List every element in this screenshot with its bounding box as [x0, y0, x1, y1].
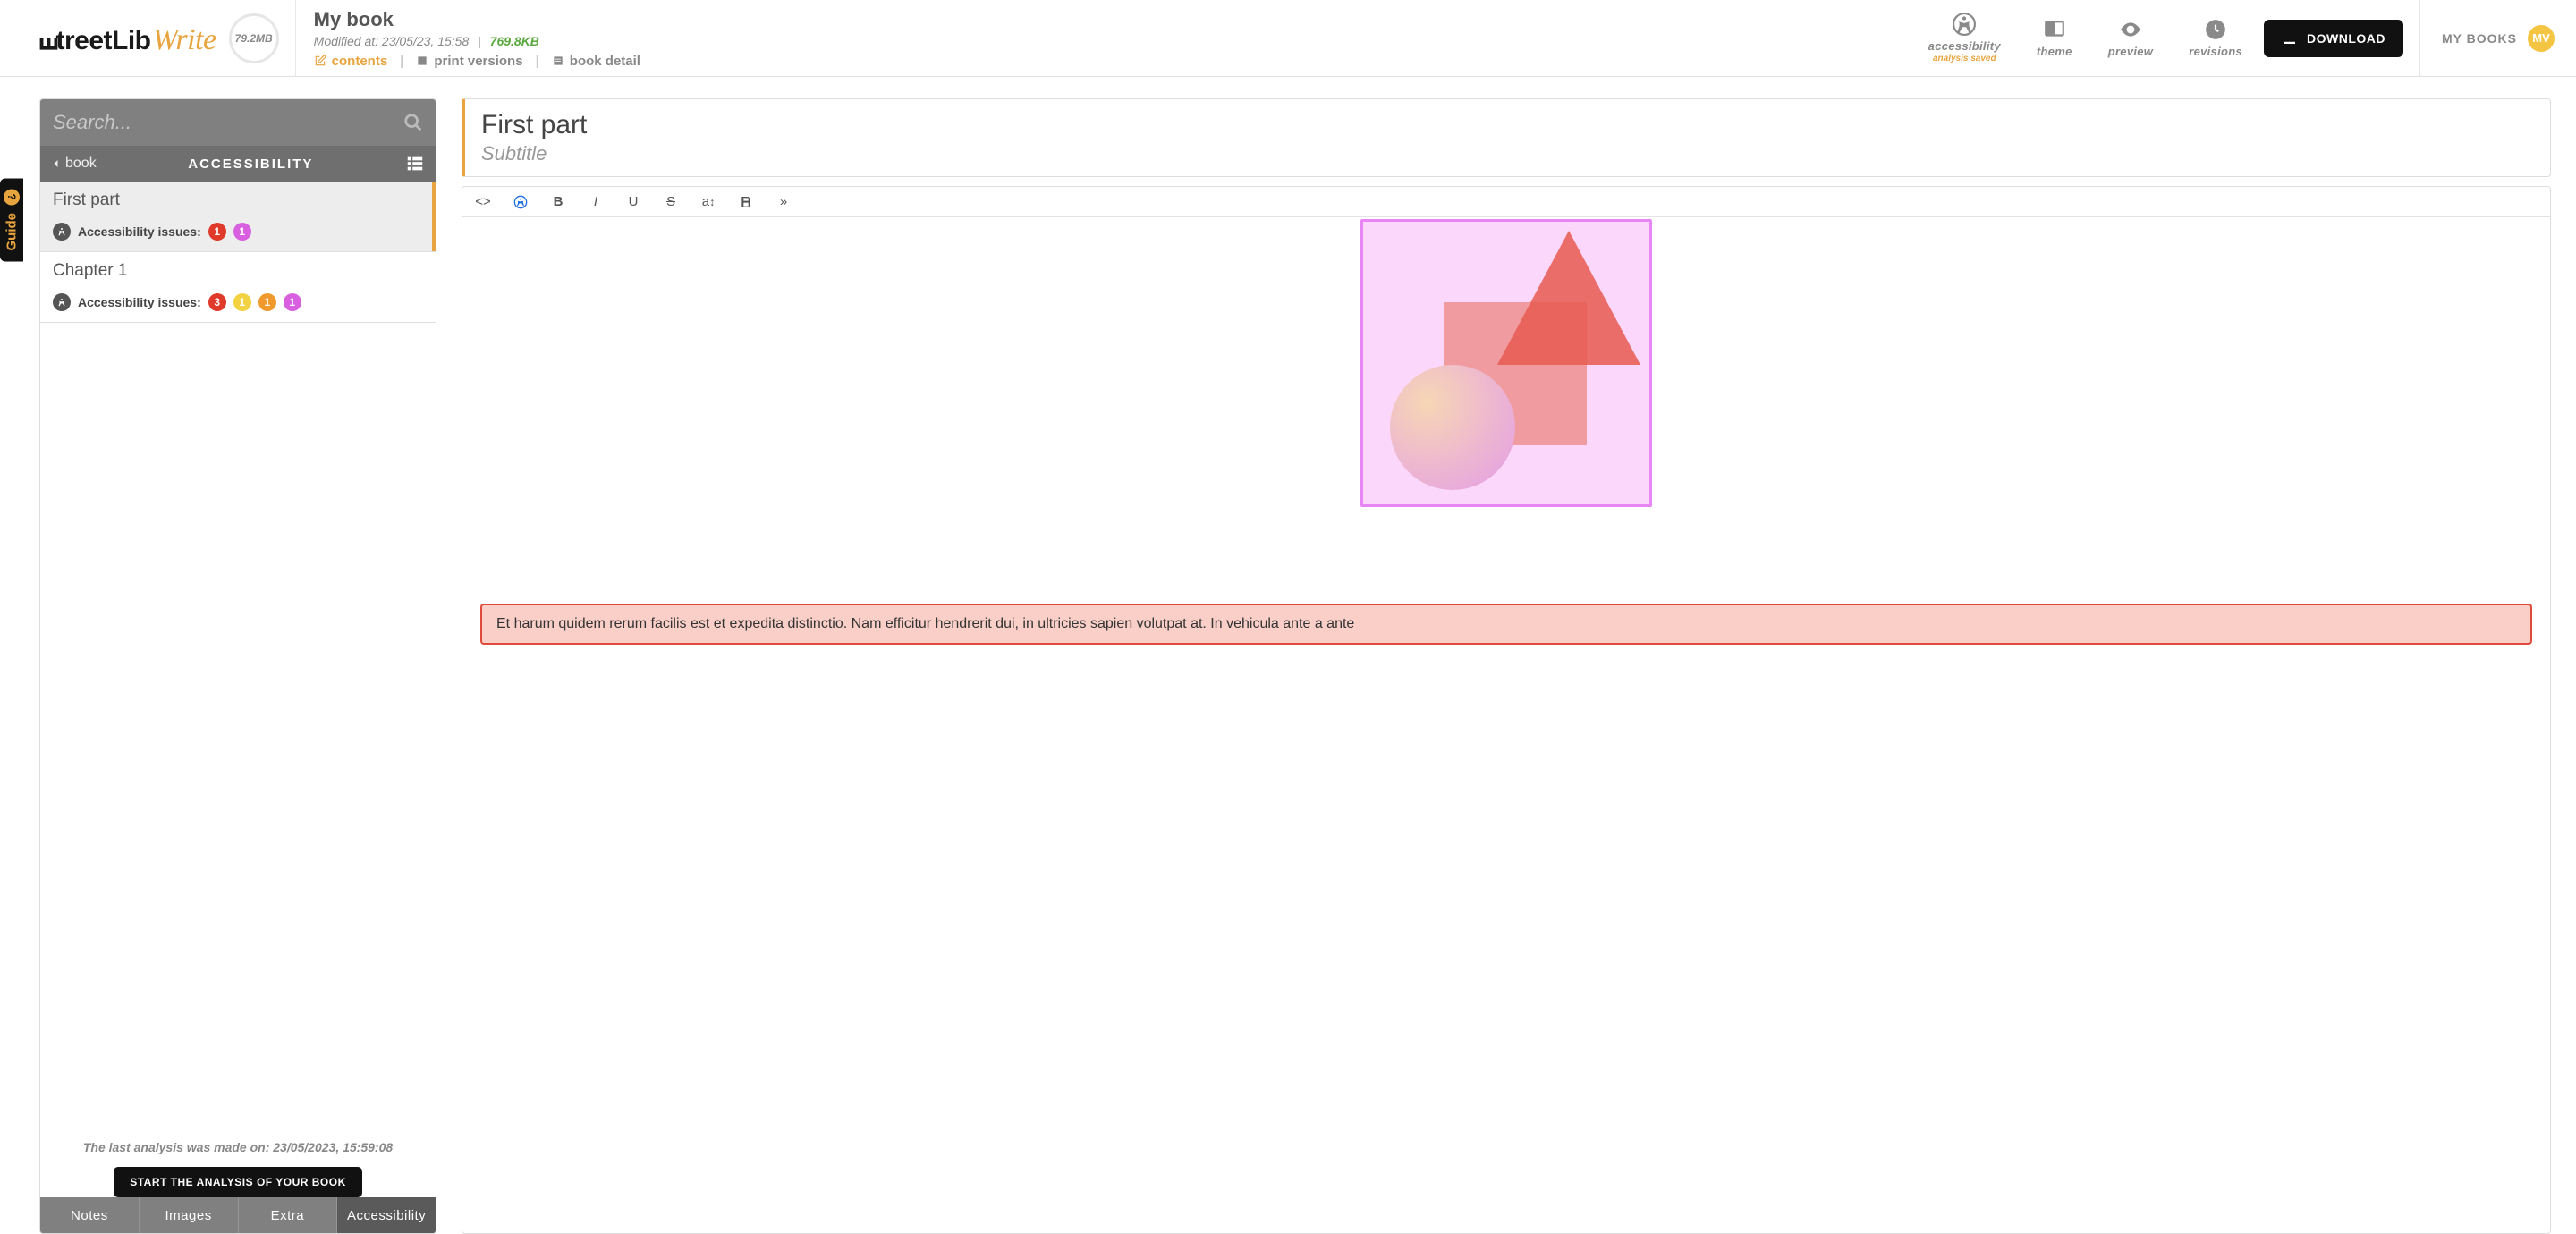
- code-button[interactable]: <>: [475, 194, 491, 209]
- tab-book-detail[interactable]: book detail: [552, 54, 640, 69]
- theme-icon: [2043, 18, 2066, 41]
- doc-header: First part Subtitle: [462, 98, 2551, 177]
- list-view-icon[interactable]: [405, 154, 425, 173]
- sidebar-tab-extra[interactable]: Extra: [239, 1197, 338, 1233]
- italic-button[interactable]: I: [588, 194, 604, 209]
- sidebar: book ACCESSIBILITY First part Accessibili…: [39, 98, 436, 1234]
- logo[interactable]: ⧢ treetLib Write: [39, 18, 216, 58]
- edit-icon: [314, 55, 326, 67]
- content-image[interactable]: [1360, 219, 1652, 507]
- issues-label: Accessibility issues:: [78, 295, 201, 309]
- help-icon: ?: [4, 190, 20, 206]
- more-button[interactable]: »: [775, 194, 792, 209]
- accessibility-icon: [1953, 13, 1976, 36]
- logo-area: ⧢ treetLib Write 79.2MB: [0, 0, 296, 76]
- panel-title: ACCESSIBILITY: [97, 156, 405, 172]
- issues-row: Accessibility issues: 11: [53, 223, 423, 241]
- circle-shape: [1390, 365, 1515, 490]
- book-title: My book: [314, 8, 1889, 31]
- search-input[interactable]: [53, 111, 403, 134]
- error-block[interactable]: Et harum quidem rerum facilis est et exp…: [480, 604, 2532, 645]
- save-icon: [739, 195, 753, 209]
- analysis-info: The last analysis was made on: 23/05/202…: [40, 1124, 436, 1197]
- storage-badge: 79.2MB: [229, 13, 279, 63]
- issues-label: Accessibility issues:: [78, 224, 201, 239]
- search-icon[interactable]: [403, 113, 423, 132]
- chapter-item[interactable]: First part Accessibility issues: 11: [40, 182, 436, 252]
- issue-badge: 1: [233, 293, 251, 311]
- chapter-title: Chapter 1: [53, 261, 423, 281]
- doc-title[interactable]: First part: [481, 110, 2534, 140]
- user-area: MY BOOKS MV: [2419, 0, 2576, 76]
- chapters-list: First partAccessibility issues:11Chapter…: [40, 182, 436, 1124]
- main: book ACCESSIBILITY First part Accessibili…: [0, 77, 2576, 1234]
- doc-subtitle[interactable]: Subtitle: [481, 142, 2534, 165]
- filesize: 769.8KB: [490, 34, 539, 48]
- accessibility-icon: [53, 293, 71, 311]
- strikethrough-button[interactable]: S: [663, 194, 679, 209]
- chapter-item[interactable]: Chapter 1Accessibility issues:3111: [40, 252, 436, 323]
- issues-row: Accessibility issues:3111: [53, 293, 423, 311]
- download-icon: [2282, 30, 2298, 46]
- download-button[interactable]: DOWNLOAD: [2264, 20, 2403, 57]
- sidebar-tabs: Notes Images Extra Accessibility: [40, 1197, 436, 1233]
- nav-revisions[interactable]: revisions: [2189, 18, 2242, 58]
- logo-write-text: Write: [152, 23, 216, 57]
- bold-button[interactable]: B: [550, 194, 566, 209]
- issue-badge: 1: [233, 223, 251, 241]
- save-button[interactable]: [738, 194, 754, 209]
- tab-contents[interactable]: contents: [314, 54, 388, 69]
- chapter-title: First part: [53, 190, 423, 210]
- nav-icons: accessibility analysis saved theme previ…: [1907, 13, 2264, 63]
- font-size-button[interactable]: a↕: [700, 194, 716, 209]
- toolbar: <> B I U S a↕ »: [462, 187, 2550, 217]
- triangle-shape: [1497, 231, 1640, 365]
- accessibility-tool-button[interactable]: [513, 194, 529, 209]
- sidebar-tab-accessibility[interactable]: Accessibility: [337, 1197, 436, 1233]
- start-analysis-button[interactable]: START THE ANALYSIS OF YOUR BOOK: [114, 1167, 362, 1197]
- guide-tab[interactable]: Guide ?: [0, 179, 23, 262]
- eye-icon: [2119, 18, 2142, 41]
- issue-badge: 1: [208, 223, 226, 241]
- accessibility-icon: [513, 195, 528, 209]
- issue-badge: 3: [208, 293, 226, 311]
- nav-accessibility[interactable]: accessibility analysis saved: [1928, 13, 2001, 63]
- my-books-link[interactable]: MY BOOKS: [2442, 31, 2517, 46]
- panel-header: book ACCESSIBILITY: [40, 146, 436, 182]
- search-row: [40, 99, 436, 146]
- logo-main-text: treetLib: [55, 26, 150, 56]
- modified-label: Modified at: 23/05/23, 15:58: [314, 34, 470, 48]
- analysis-note: The last analysis was made on: 23/05/202…: [53, 1140, 423, 1154]
- editor-frame: <> B I U S a↕ » Et ha: [462, 186, 2551, 1234]
- nav-preview[interactable]: preview: [2108, 18, 2154, 58]
- book-icon: [416, 55, 428, 67]
- book-meta: Modified at: 23/05/23, 15:58 | 769.8KB: [314, 34, 1889, 48]
- accessibility-icon: [53, 223, 71, 241]
- canvas[interactable]: Et harum quidem rerum facilis est et exp…: [462, 217, 2550, 1233]
- sidebar-tab-images[interactable]: Images: [140, 1197, 239, 1233]
- sidebar-tab-notes[interactable]: Notes: [40, 1197, 140, 1233]
- issue-badge: 1: [284, 293, 301, 311]
- back-button[interactable]: book: [51, 156, 97, 172]
- editor-area: First part Subtitle <> B I U S a↕ »: [462, 98, 2551, 1234]
- detail-icon: [552, 55, 564, 67]
- tab-print-versions[interactable]: print versions: [416, 54, 522, 69]
- avatar[interactable]: MV: [2528, 25, 2555, 52]
- issue-badge: 1: [258, 293, 276, 311]
- top-header: ⧢ treetLib Write 79.2MB My book Modified…: [0, 0, 2576, 77]
- underline-button[interactable]: U: [625, 194, 641, 209]
- clock-icon: [2204, 18, 2227, 41]
- book-tabs: contents | print versions | book detail: [314, 54, 1889, 69]
- book-info: My book Modified at: 23/05/23, 15:58 | 7…: [296, 8, 1907, 69]
- nav-theme[interactable]: theme: [2037, 18, 2072, 58]
- logo-bracket-icon: ⧢: [39, 18, 57, 58]
- chevron-left-icon: [51, 158, 62, 169]
